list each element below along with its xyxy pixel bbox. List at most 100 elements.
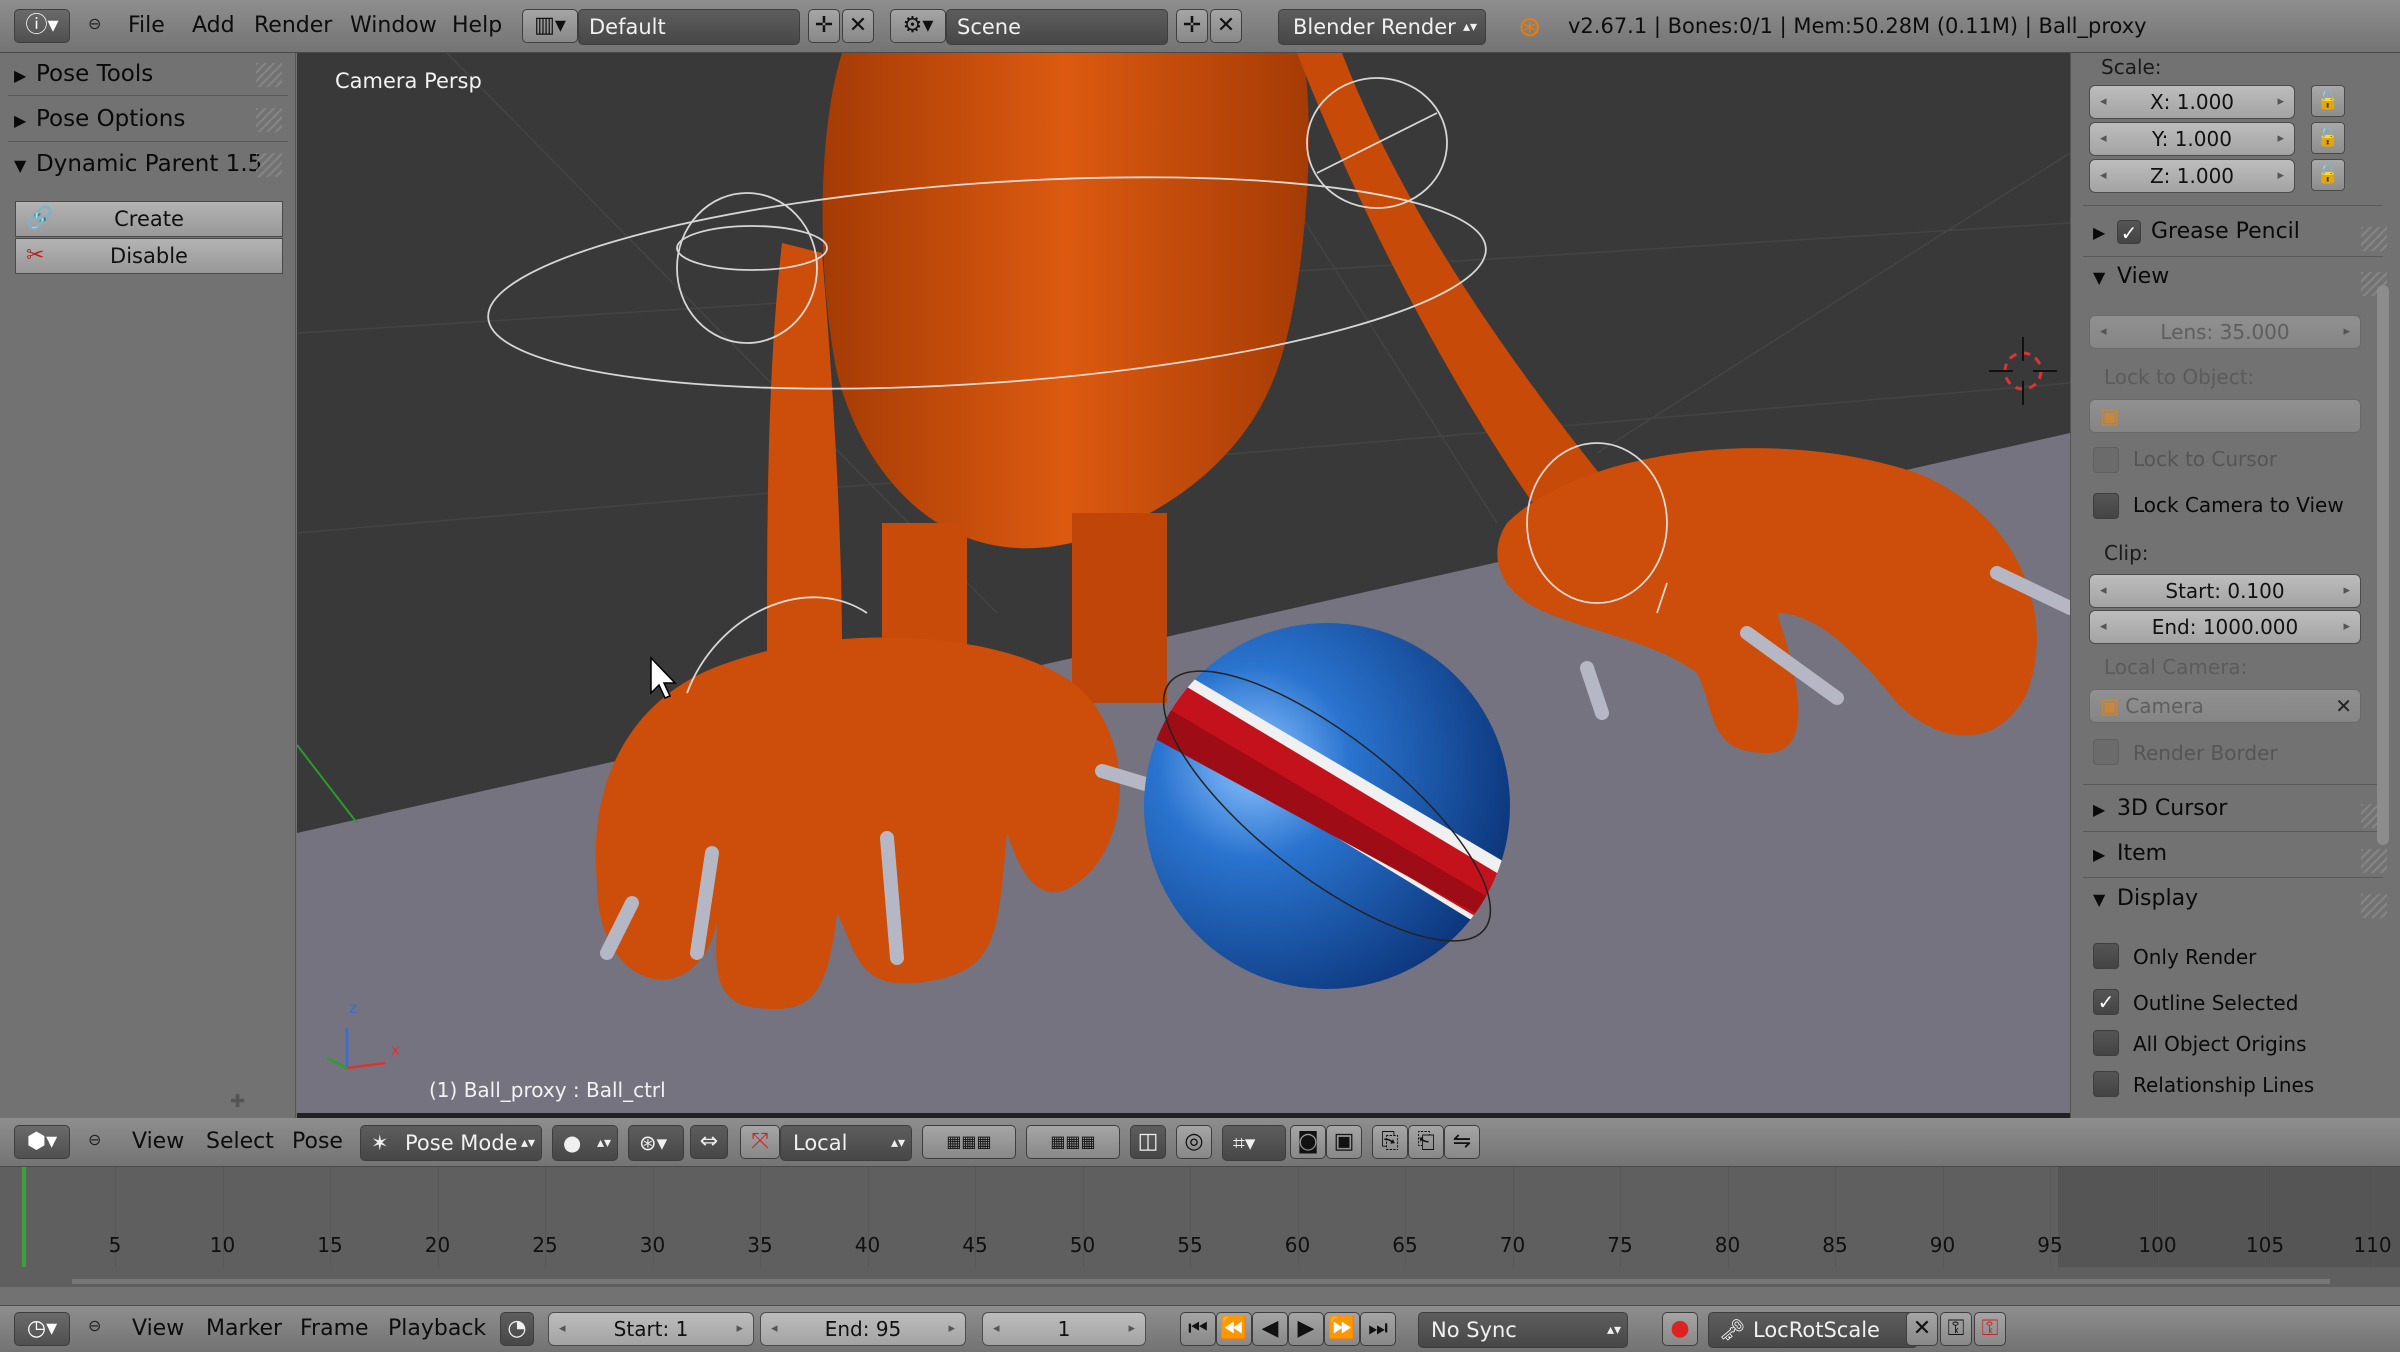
scale-x-field[interactable]: ◂ X: 1.000 ▸ — [2089, 85, 2295, 119]
menu-pose[interactable]: Pose — [292, 1118, 343, 1166]
render-preview-icon[interactable]: ◙ — [1290, 1125, 1326, 1159]
current-frame-field[interactable]: ◂ 1 ▸ — [982, 1312, 1146, 1346]
pivot-point-select[interactable]: ⊛▾ — [628, 1125, 684, 1161]
lock-to-object-field[interactable]: ▣ — [2089, 399, 2361, 433]
arrow-right-icon[interactable]: ▸ — [2343, 611, 2350, 643]
menu-marker[interactable]: Marker — [206, 1306, 282, 1352]
render-animation-icon[interactable]: ▣ — [1326, 1125, 1362, 1159]
keying-set-field[interactable]: 🗝 LocRotScale — [1708, 1312, 1918, 1348]
editor-type-3d-icon[interactable]: ⬢▾ — [14, 1125, 70, 1159]
scale-y-field[interactable]: ◂ Y: 1.000 ▸ — [2089, 122, 2295, 156]
start-frame-field[interactable]: ◂ Start: 1 ▸ — [548, 1312, 754, 1346]
jump-to-start-icon[interactable]: ⏮ — [1180, 1312, 1216, 1346]
menu-help[interactable]: Help — [452, 0, 502, 52]
copy-pose-icon[interactable]: ⎘ — [1372, 1125, 1408, 1159]
transform-orientation-select[interactable]: Local ▴▾ — [780, 1125, 912, 1161]
current-frame-marker[interactable] — [22, 1167, 26, 1267]
panel-grip-icon[interactable] — [2361, 227, 2387, 251]
clear-keying-set-icon[interactable]: ✕ — [1906, 1312, 1938, 1346]
menu-render[interactable]: Render — [254, 0, 332, 52]
arrow-left-icon[interactable]: ◂ — [2100, 86, 2107, 118]
only-render-checkbox[interactable] — [2093, 943, 2119, 969]
all-object-origins-checkbox[interactable] — [2093, 1030, 2119, 1056]
menu-timeline-view[interactable]: View — [132, 1306, 184, 1352]
arrow-right-icon[interactable]: ▸ — [2343, 575, 2350, 607]
add-scene-icon[interactable]: ✛ — [1176, 9, 1208, 43]
relationship-lines-checkbox[interactable] — [2093, 1071, 2119, 1097]
lock-layers-icon[interactable]: ◫ — [1130, 1125, 1166, 1159]
manipulator-translate-icon[interactable]: ⤧ — [740, 1125, 780, 1159]
panel-grip-icon[interactable] — [256, 108, 282, 132]
arrow-right-icon[interactable]: ▸ — [2277, 160, 2284, 192]
timeline-scrollbar[interactable] — [72, 1279, 2330, 1284]
clip-end-field[interactable]: ◂ End: 1000.000 ▸ — [2089, 610, 2361, 644]
sync-mode-select[interactable]: No Sync ▴▾ — [1418, 1312, 1628, 1348]
clip-start-field[interactable]: ◂ Start: 0.100 ▸ — [2089, 574, 2361, 608]
play-reverse-icon[interactable]: ◀ — [1252, 1312, 1288, 1346]
record-keyframes-icon[interactable]: ● — [1662, 1312, 1698, 1346]
panel-grip-icon[interactable] — [256, 153, 282, 177]
arrow-right-icon[interactable]: ▸ — [2277, 123, 2284, 155]
play-icon[interactable]: ▶ — [1288, 1312, 1324, 1346]
jump-to-keyframe-back-icon[interactable]: ⏪ — [1216, 1312, 1252, 1346]
render-engine-select[interactable]: Blender Render ▴▾ — [1278, 9, 1486, 45]
jump-to-keyframe-forward-icon[interactable]: ⏩ — [1324, 1312, 1360, 1346]
scene-icon[interactable]: ⚙▾ — [890, 9, 946, 43]
menu-view[interactable]: View — [132, 1118, 184, 1166]
layers-grid-1-icon[interactable]: ▦▦▦ — [922, 1125, 1016, 1159]
lock-to-cursor-checkbox[interactable] — [2093, 447, 2119, 473]
info-editor-type-button[interactable]: ⓘ▾ — [14, 9, 70, 43]
insert-keyframe-icon[interactable]: ⚿ — [1940, 1312, 1972, 1346]
panel-pose-tools[interactable]: ▶ Pose Tools — [14, 55, 153, 95]
lock-camera-to-view-checkbox[interactable] — [2093, 493, 2119, 519]
panel-grip-icon[interactable] — [256, 63, 282, 87]
3d-cursor-icon[interactable] — [1989, 337, 2057, 405]
section-3d-cursor[interactable]: ▶ 3D Cursor — [2093, 796, 2227, 821]
arrow-left-icon[interactable]: ◂ — [771, 1313, 778, 1345]
section-display[interactable]: ▼ Display — [2093, 886, 2198, 911]
preview-range-icon[interactable]: ◔ — [500, 1312, 534, 1346]
arrow-right-icon[interactable]: ▸ — [2277, 86, 2284, 118]
collapse-menu-icon[interactable]: ⊖ — [88, 1316, 101, 1335]
viewport-shading-select[interactable]: ● ▴▾ — [552, 1125, 618, 1161]
screen-layout-field[interactable]: Default — [578, 9, 800, 45]
properties-scrollbar[interactable] — [2377, 285, 2389, 845]
collapse-menu-icon[interactable]: ⊖ — [88, 14, 101, 33]
layers-grid-2-icon[interactable]: ▦▦▦ — [1026, 1125, 1120, 1159]
collapse-menu-icon[interactable]: ⊖ — [88, 1130, 101, 1149]
section-grease-pencil[interactable]: ▶ ✓ Grease Pencil — [2093, 219, 2300, 245]
disable-button[interactable]: ✂ Disable — [15, 238, 283, 274]
menu-frame[interactable]: Frame — [300, 1306, 369, 1352]
clear-icon[interactable]: ✕ — [2335, 690, 2352, 722]
arrow-right-icon[interactable]: ▸ — [736, 1313, 743, 1345]
arrow-left-icon[interactable]: ◂ — [993, 1313, 1000, 1345]
menu-select[interactable]: Select — [206, 1118, 274, 1166]
arrow-left-icon[interactable]: ◂ — [2100, 160, 2107, 192]
section-view[interactable]: ▼ View — [2093, 264, 2169, 289]
panel-dynamic-parent[interactable]: ▼ Dynamic Parent 1.5 — [14, 145, 262, 185]
menu-playback[interactable]: Playback — [388, 1306, 486, 1352]
arrow-right-icon[interactable]: ▸ — [1128, 1313, 1135, 1345]
end-frame-field[interactable]: ◂ End: 95 ▸ — [760, 1312, 966, 1346]
jump-to-end-icon[interactable]: ⏭ — [1360, 1312, 1396, 1346]
delete-scene-icon[interactable]: ✕ — [1210, 9, 1242, 43]
delete-screen-icon[interactable]: ✕ — [842, 9, 874, 43]
timeline-area[interactable]: 5 10 15 20 25 30 35 40 45 50 55 60 65 70 75 80 85 90 95 100… — [0, 1167, 2400, 1287]
arrow-left-icon[interactable]: ◂ — [559, 1313, 566, 1345]
panel-pose-options[interactable]: ▶ Pose Options — [14, 100, 185, 140]
screen-layout-icon[interactable]: ▥▾ — [522, 9, 578, 43]
add-screen-icon[interactable]: ✛ — [808, 9, 840, 43]
arrow-left-icon[interactable]: ◂ — [2100, 316, 2107, 348]
scale-z-field[interactable]: ◂ Z: 1.000 ▸ — [2089, 159, 2295, 193]
proportional-edit-icon[interactable]: ◎ — [1176, 1125, 1212, 1159]
snap-select[interactable]: ⌗▾ — [1222, 1125, 1286, 1161]
arrow-left-icon[interactable]: ◂ — [2100, 575, 2107, 607]
lock-scale-y-icon[interactable]: 🔓 — [2311, 122, 2345, 154]
scene-field[interactable]: Scene — [946, 9, 1168, 45]
delete-keyframe-icon[interactable]: ⚿ — [1974, 1312, 2006, 1346]
menu-add[interactable]: Add — [192, 0, 235, 52]
arrow-right-icon[interactable]: ▸ — [2343, 316, 2350, 348]
local-camera-field[interactable]: ▣ Camera ✕ — [2089, 689, 2361, 723]
render-border-checkbox[interactable] — [2093, 739, 2119, 765]
3d-viewport[interactable]: z x Camera Persp (1) Ball_proxy : Ball_c… — [297, 53, 2070, 1118]
